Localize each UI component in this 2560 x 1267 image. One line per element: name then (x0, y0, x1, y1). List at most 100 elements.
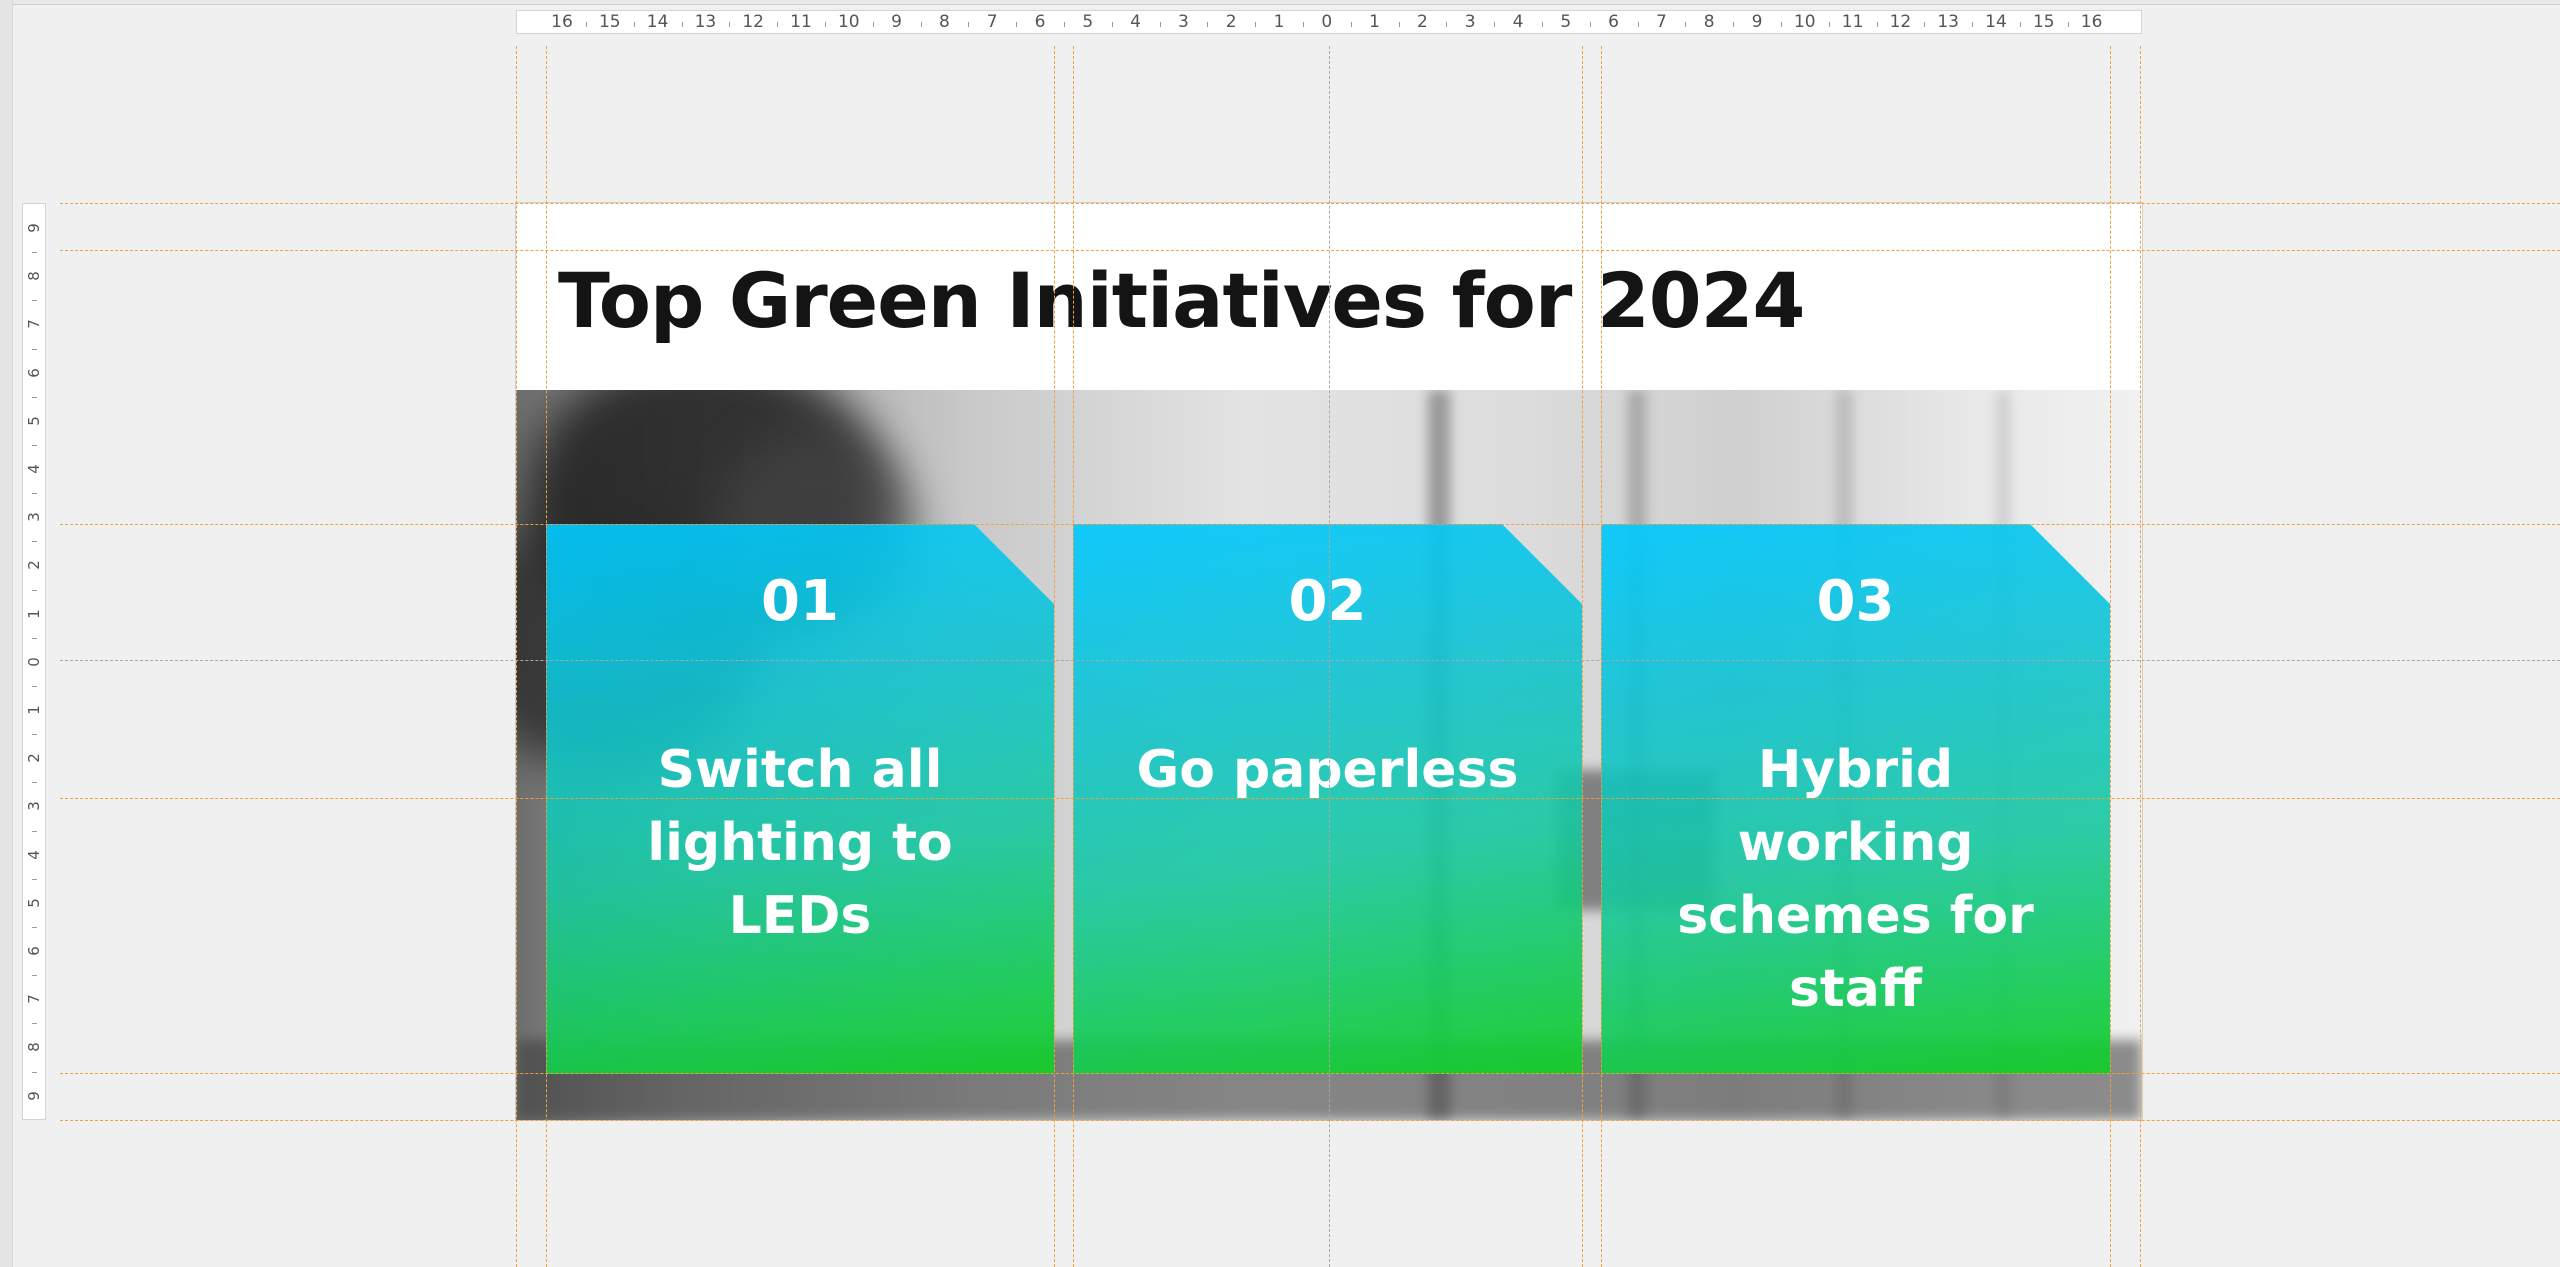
ruler-tick (1637, 22, 1639, 27)
ruler-tick (32, 926, 37, 928)
ruler-tick (633, 22, 635, 27)
ruler-tick (1828, 22, 1830, 27)
ruler-number: 8 (1703, 12, 1715, 32)
ruler-tick (32, 734, 37, 736)
ruler-number: 4 (1130, 12, 1142, 32)
horizontal-ruler[interactable]: 16 15 14 13 12 11 10 9 8 7 6 5 4 3 2 1 0 1 2 3 4 5 6 7 8 9 10 11 12 1… (516, 10, 2142, 34)
ruler-number: 2 (25, 560, 43, 571)
ruler-tick (1589, 22, 1591, 27)
card-number: 01 (761, 569, 839, 634)
ruler-tick (32, 637, 37, 639)
title-band: Top Green Initiatives for 2024 (516, 203, 2142, 390)
initiative-card-3[interactable]: 03 Hybrid working schemes for staff (1601, 524, 2110, 1074)
card-label: Go paperless (1136, 740, 1519, 800)
ruler-tick (1207, 22, 1209, 27)
ruler-tick (824, 22, 826, 27)
ruler-tick (32, 830, 37, 832)
ruler-number: 7 (986, 12, 998, 32)
ruler-number: 6 (25, 367, 43, 378)
slide-title[interactable]: Top Green Initiatives for 2024 (558, 263, 1805, 339)
ruler-tick (1733, 22, 1735, 27)
ruler-number: 4 (25, 464, 43, 474)
ruler-number: 9 (25, 1090, 43, 1101)
ruler-number: 14 (646, 12, 669, 32)
vertical-ruler[interactable]: 9 8 7 6 5 4 3 2 1 0 1 2 3 4 5 6 7 8 9 (22, 203, 46, 1120)
ruler-tick (920, 22, 922, 27)
ruler-number: 1 (1369, 12, 1381, 32)
ruler-tick (1876, 22, 1878, 27)
ruler-tick (2019, 22, 2021, 27)
ruler-number: 8 (938, 12, 950, 32)
card-number: 03 (1816, 569, 1895, 634)
ruler-tick (585, 22, 587, 27)
ruler-number: 0 (1321, 12, 1333, 32)
ruler-number: 3 (1177, 12, 1189, 32)
ruler-number: 5 (1560, 12, 1572, 32)
ruler-number: 14 (1985, 12, 2007, 32)
ruler-number: 9 (25, 223, 43, 233)
ruler-tick (32, 782, 37, 784)
ruler-number: 0 (25, 657, 43, 667)
ruler-number: 6 (25, 946, 43, 956)
ruler-tick (681, 22, 683, 27)
ruler-number: 2 (25, 753, 43, 763)
guide-line[interactable] (60, 1120, 2560, 1121)
ruler-tick (32, 300, 37, 302)
ruler-number: 1 (25, 705, 43, 715)
ruler-tick (32, 444, 37, 446)
ruler-tick (1446, 22, 1448, 27)
ruler-number: 9 (891, 12, 903, 32)
ruler-tick (1924, 22, 1926, 27)
ruler-number: 12 (742, 12, 765, 32)
initiative-card-1[interactable]: 01 Switch all lighting to LEDs (546, 524, 1054, 1074)
ruler-number: 4 (25, 849, 43, 860)
ruler-tick (32, 589, 37, 591)
ruler-number: 12 (1889, 12, 1912, 32)
ruler-number: 15 (598, 12, 621, 32)
ruler-number: 5 (25, 416, 43, 426)
ruler-tick (32, 493, 37, 495)
ruler-number: 16 (2080, 12, 2103, 32)
ruler-number: 7 (25, 994, 43, 1004)
ruler-tick (1685, 22, 1687, 27)
ruler-tick (32, 685, 37, 687)
initiative-card-2[interactable]: 02 Go paperless (1073, 524, 1582, 1074)
ruler-number: 4 (1512, 12, 1524, 32)
ruler-number: 10 (1793, 12, 1816, 32)
ruler-number: 7 (25, 319, 43, 330)
ruler-tick (32, 396, 37, 398)
ruler-number: 2 (1225, 12, 1237, 32)
ruler-number: 8 (25, 271, 43, 281)
ruler-tick (2067, 22, 2069, 27)
ruler-tick (1541, 22, 1543, 27)
card-label: Hybrid working schemes for staff (1677, 740, 2034, 1019)
ruler-number: 3 (25, 801, 43, 812)
ruler-tick (32, 541, 37, 543)
ruler-number: 16 (551, 12, 573, 32)
ruler-number: 15 (2032, 12, 2055, 32)
ruler-tick (1494, 22, 1496, 27)
ruler-tick (1159, 22, 1161, 27)
ruler-number: 3 (1464, 12, 1476, 32)
ruler-tick (32, 878, 37, 880)
card-number: 02 (1288, 569, 1367, 634)
slide-canvas[interactable]: Top Green Initiatives for 2024 01 Switch… (516, 203, 2142, 1120)
ruler-tick (1255, 22, 1257, 27)
ruler-tick (32, 1071, 37, 1073)
card-label: Switch all lighting to LEDs (647, 740, 953, 946)
window-top-edge (0, 0, 2560, 5)
ruler-tick (1016, 22, 1018, 27)
ruler-tick (32, 348, 37, 350)
ruler-number: 11 (790, 12, 812, 32)
ruler-tick (872, 22, 874, 27)
ruler-number: 10 (837, 12, 860, 32)
thumbnail-pane-edge (0, 0, 13, 1267)
ruler-tick (729, 22, 731, 27)
ruler-number: 1 (25, 608, 43, 619)
ruler-tick (32, 252, 37, 254)
ruler-number: 13 (694, 12, 717, 32)
ruler-tick (968, 22, 970, 27)
ruler-tick (1972, 22, 1974, 27)
ruler-number: 8 (25, 1042, 43, 1053)
ruler-number: 6 (1608, 12, 1620, 32)
